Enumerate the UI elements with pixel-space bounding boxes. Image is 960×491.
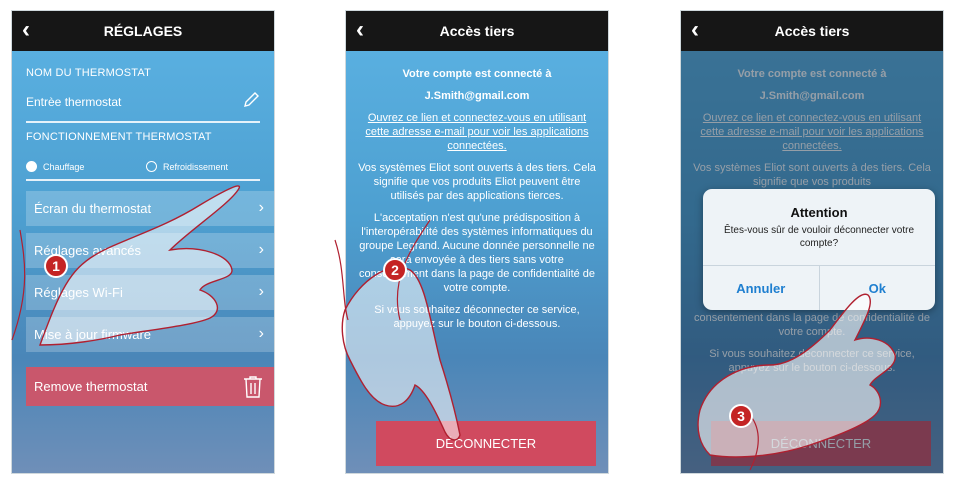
trash-icon (244, 376, 262, 398)
account-email: J.Smith@gmail.com (424, 90, 530, 102)
page-title: Accès tiers (774, 23, 850, 39)
page-title: RÉGLAGES (103, 23, 183, 39)
back-arrow-icon[interactable]: ‹ (356, 17, 364, 43)
dialog-title: Attention (790, 205, 848, 220)
thermostat-name-value[interactable]: Entrèe thermostat (26, 95, 121, 109)
header-bar: ‹ RÉGLAGES (12, 11, 274, 51)
pointing-hand-icon (11, 185, 241, 346)
pointing-hand-icon (334, 219, 461, 441)
info-paragraph-1: Vos systèmes Eliot sont ouverts à des ti… (358, 162, 596, 202)
header-bar: ‹ Accès tiers (681, 11, 943, 51)
thermostat-name-label: NOM DU THERMOSTAT (26, 67, 152, 79)
header-bar: ‹ Accès tiers (346, 11, 608, 51)
thermostat-mode-label: FONCTIONNEMENT THERMOSTAT (26, 131, 212, 143)
pointing-hand-icon (697, 293, 896, 471)
back-arrow-icon[interactable]: ‹ (22, 17, 30, 43)
back-arrow-icon[interactable]: ‹ (691, 17, 699, 43)
step-badge: 3 (729, 404, 753, 428)
step-badge: 2 (383, 258, 407, 282)
pencil-edit-icon[interactable] (242, 91, 260, 109)
connected-apps-link[interactable]: Ouvrez ce lien et connectez-vous en util… (358, 111, 596, 153)
remove-thermostat-button[interactable]: Remove thermostat (26, 367, 274, 406)
remove-thermostat-label: Remove thermostat (34, 379, 148, 394)
dialog-message: Êtes-vous sûr de vouloir déconnecter vot… (723, 225, 915, 249)
page-title: Accès tiers (439, 23, 515, 39)
divider (26, 121, 260, 123)
connected-line: Votre compte est connecté à (402, 68, 552, 80)
step-badge: 1 (44, 254, 68, 278)
